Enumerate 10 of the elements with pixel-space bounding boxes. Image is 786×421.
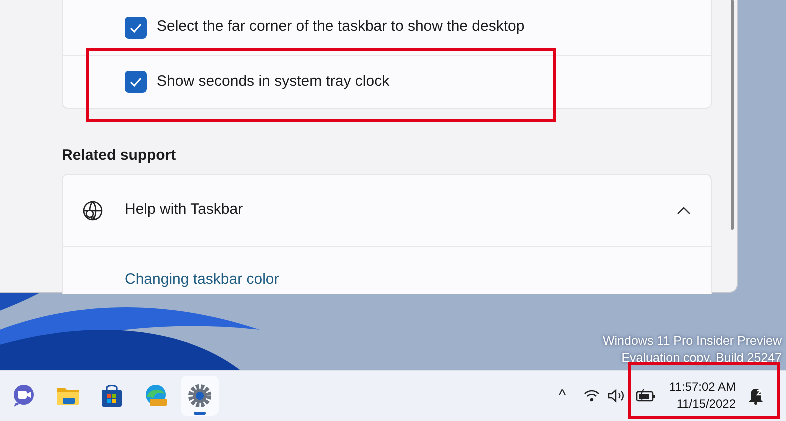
- clock-time: 11:57:02 AM: [670, 379, 736, 396]
- edition-text: Windows 11 Pro Insider Preview: [602, 333, 782, 350]
- clock-date: 11/15/2022: [676, 396, 736, 413]
- show-hidden-icons-button[interactable]: ^: [552, 384, 574, 408]
- section-heading: Related support: [62, 147, 178, 165]
- help-link[interactable]: Changing taskbar color: [125, 269, 280, 292]
- checkbox-label: Select the far corner of the taskbar to show the desktop: [157, 17, 525, 38]
- checkbox-label: Show seconds in system tray clock: [157, 72, 390, 92]
- clock-button[interactable]: 11:57:02 AM 11/15/2022: [670, 379, 736, 413]
- help-title: Help with Taskbar: [125, 200, 244, 220]
